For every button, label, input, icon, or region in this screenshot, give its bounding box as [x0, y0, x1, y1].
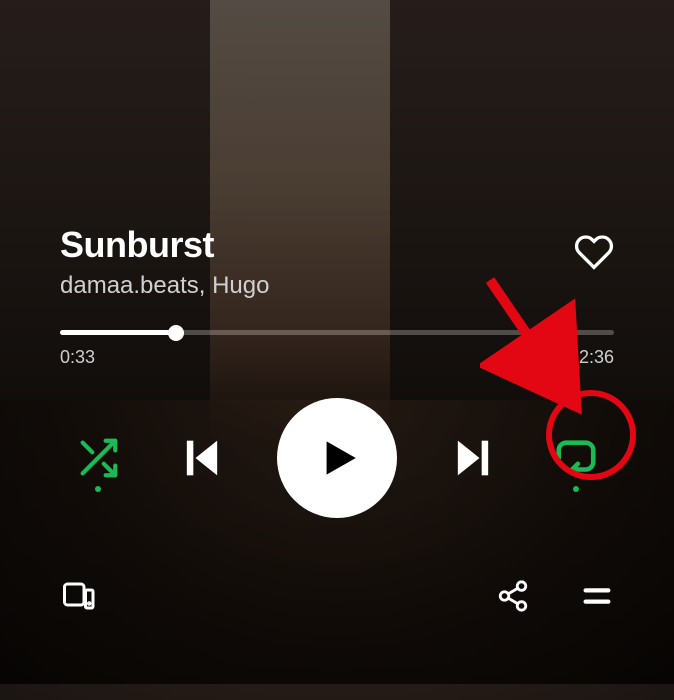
- devices-icon: [60, 578, 96, 614]
- track-artist[interactable]: damaa.beats, Hugo: [60, 272, 558, 300]
- now-playing-screen: Sunburst damaa.beats, Hugo 0:33 2:36: [0, 0, 674, 684]
- bottom-right-group: [496, 579, 614, 613]
- seek-thumb[interactable]: [168, 325, 184, 341]
- queue-button[interactable]: [580, 579, 614, 613]
- repeat-one-icon: [553, 435, 599, 481]
- skip-back-icon: [176, 432, 228, 484]
- repeat-active-dot: [573, 486, 579, 492]
- progress-section: 0:33 2:36: [60, 330, 614, 368]
- playback-controls: [60, 388, 614, 528]
- track-title[interactable]: Sunburst: [60, 224, 558, 266]
- time-elapsed: 0:33: [60, 347, 95, 368]
- play-button[interactable]: [277, 398, 397, 518]
- track-info: Sunburst damaa.beats, Hugo: [60, 224, 558, 300]
- repeat-button[interactable]: [548, 430, 604, 486]
- time-total: 2:36: [579, 347, 614, 368]
- bottom-toolbar: [60, 578, 614, 684]
- seek-bar[interactable]: [60, 330, 614, 335]
- track-header: Sunburst damaa.beats, Hugo: [60, 224, 614, 300]
- devices-button[interactable]: [60, 578, 96, 614]
- shuffle-active-dot: [95, 486, 101, 492]
- time-labels: 0:33 2:36: [60, 347, 614, 368]
- shuffle-icon: [75, 435, 121, 481]
- previous-button[interactable]: [176, 432, 228, 484]
- next-button[interactable]: [447, 432, 499, 484]
- queue-icon: [580, 579, 614, 613]
- seek-fill: [60, 330, 176, 335]
- share-icon: [496, 579, 530, 613]
- like-button[interactable]: [574, 232, 614, 272]
- skip-forward-icon: [447, 432, 499, 484]
- shuffle-button[interactable]: [70, 430, 126, 486]
- share-button[interactable]: [496, 579, 530, 613]
- play-icon: [312, 433, 362, 483]
- heart-icon: [574, 232, 614, 272]
